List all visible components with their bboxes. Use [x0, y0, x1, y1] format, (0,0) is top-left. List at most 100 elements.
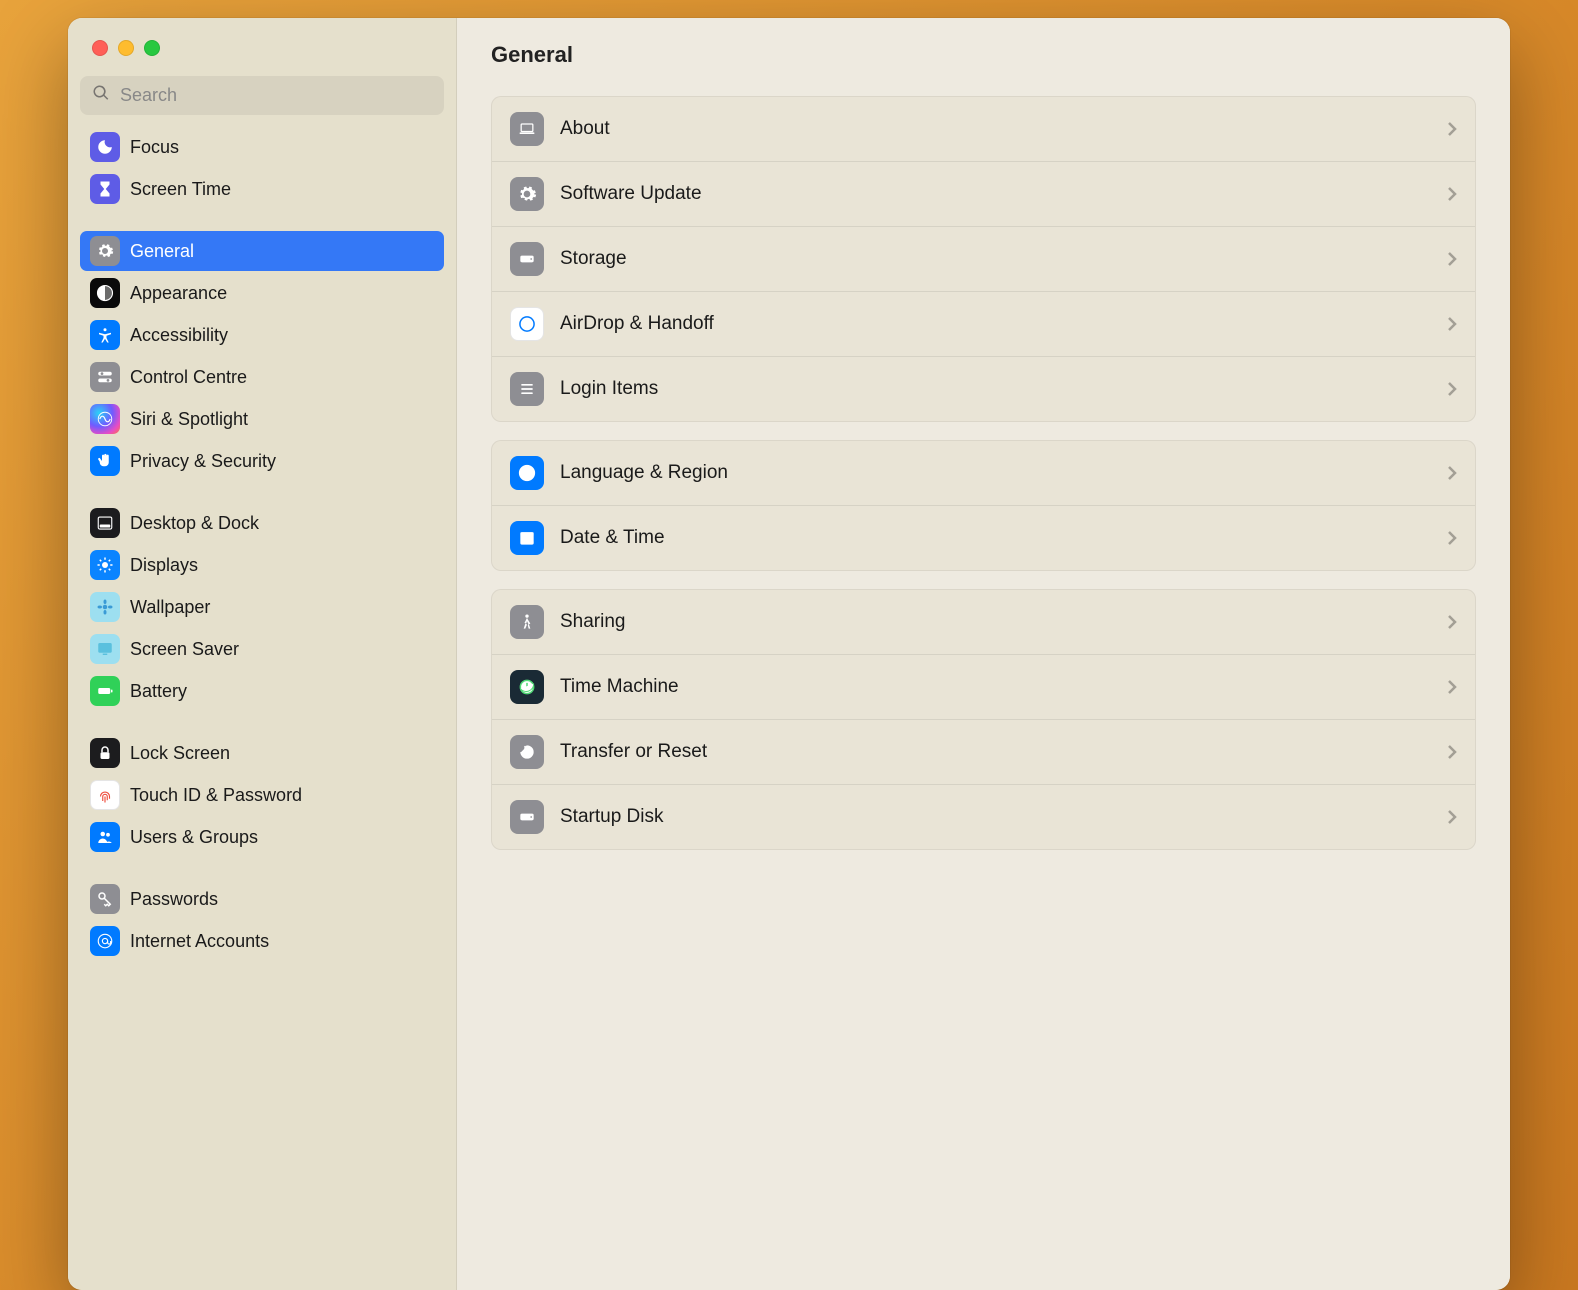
chevron-right-icon	[1447, 316, 1457, 332]
sidebar-item-general[interactable]: General	[80, 231, 444, 271]
gear-icon	[90, 236, 120, 266]
screensaver-icon	[90, 634, 120, 664]
drive-icon	[510, 242, 544, 276]
switches-icon	[90, 362, 120, 392]
sidebar-item-label: Screen Saver	[130, 639, 239, 660]
sidebar-item-desktop-dock[interactable]: Desktop & Dock	[80, 503, 444, 543]
settings-row-transfer-or-reset[interactable]: Transfer or Reset	[492, 720, 1475, 785]
sidebar-item-accessibility[interactable]: Accessibility	[80, 315, 444, 355]
sidebar-item-label: Privacy & Security	[130, 451, 276, 472]
sidebar-item-label: Touch ID & Password	[130, 785, 302, 806]
settings-row-sharing[interactable]: Sharing	[492, 590, 1475, 655]
minimize-window-button[interactable]	[118, 40, 134, 56]
brightness-icon	[90, 550, 120, 580]
hand-icon	[90, 446, 120, 476]
settings-row-label: Storage	[560, 248, 1431, 270]
settings-row-label: Transfer or Reset	[560, 741, 1431, 763]
sidebar-item-siri-spotlight[interactable]: Siri & Spotlight	[80, 399, 444, 439]
sidebar-item-displays[interactable]: Displays	[80, 545, 444, 585]
sidebar-item-label: Wallpaper	[130, 597, 210, 618]
moon-icon	[90, 132, 120, 162]
sidebar-item-label: General	[130, 241, 194, 262]
sidebar-item-label: Battery	[130, 681, 187, 702]
settings-group: Language & Region Date & Time	[491, 440, 1476, 571]
settings-row-language-region[interactable]: Language & Region	[492, 441, 1475, 506]
search-container	[68, 76, 456, 127]
list-icon	[510, 372, 544, 406]
settings-row-airdrop-handoff[interactable]: AirDrop & Handoff	[492, 292, 1475, 357]
sidebar-list: Focus Screen Time General Appearance Accessi…	[68, 127, 456, 1290]
sidebar-item-label: Focus	[130, 137, 179, 158]
sidebar-item-battery[interactable]: Battery	[80, 671, 444, 711]
settings-row-startup-disk[interactable]: Startup Disk	[492, 785, 1475, 849]
chevron-right-icon	[1447, 744, 1457, 760]
drive-icon	[510, 800, 544, 834]
settings-window: Focus Screen Time General Appearance Accessi…	[68, 18, 1510, 1290]
chevron-right-icon	[1447, 614, 1457, 630]
siri-icon	[90, 404, 120, 434]
settings-row-label: Sharing	[560, 611, 1431, 633]
settings-row-time-machine[interactable]: Time Machine	[492, 655, 1475, 720]
chevron-right-icon	[1447, 121, 1457, 137]
sidebar-item-users-groups[interactable]: Users & Groups	[80, 817, 444, 857]
battery-icon	[90, 676, 120, 706]
hourglass-icon	[90, 174, 120, 204]
chevron-right-icon	[1447, 186, 1457, 202]
settings-group: About Software Update Storage AirDrop & Han…	[491, 96, 1476, 422]
sidebar-item-appearance[interactable]: Appearance	[80, 273, 444, 313]
settings-row-label: Software Update	[560, 183, 1431, 205]
airdrop-icon	[510, 307, 544, 341]
settings-row-label: Time Machine	[560, 676, 1431, 698]
sidebar: Focus Screen Time General Appearance Accessi…	[68, 18, 457, 1290]
search-field[interactable]	[80, 76, 444, 115]
sidebar-item-label: Displays	[130, 555, 198, 576]
sidebar-item-internet-accounts[interactable]: Internet Accounts	[80, 921, 444, 961]
accessibility-icon	[90, 320, 120, 350]
settings-row-about[interactable]: About	[492, 97, 1475, 162]
sidebar-item-label: Passwords	[130, 889, 218, 910]
sidebar-item-label: Desktop & Dock	[130, 513, 259, 534]
sidebar-item-label: Screen Time	[130, 179, 231, 200]
sidebar-item-control-centre[interactable]: Control Centre	[80, 357, 444, 397]
page-title: General	[491, 42, 1476, 68]
window-controls	[68, 18, 456, 76]
settings-row-label: AirDrop & Handoff	[560, 313, 1431, 335]
settings-row-software-update[interactable]: Software Update	[492, 162, 1475, 227]
laptop-icon	[510, 112, 544, 146]
settings-group: Sharing Time Machine Transfer or Reset Star…	[491, 589, 1476, 850]
settings-row-date-time[interactable]: Date & Time	[492, 506, 1475, 570]
reset-icon	[510, 735, 544, 769]
users-icon	[90, 822, 120, 852]
settings-row-label: Startup Disk	[560, 806, 1431, 828]
settings-row-label: Date & Time	[560, 527, 1431, 549]
sidebar-item-screen-time[interactable]: Screen Time	[80, 169, 444, 209]
sidebar-item-label: Internet Accounts	[130, 931, 269, 952]
chevron-right-icon	[1447, 251, 1457, 267]
sidebar-item-touch-id-password[interactable]: Touch ID & Password	[80, 775, 444, 815]
at-icon	[90, 926, 120, 956]
calendar-icon	[510, 521, 544, 555]
close-window-button[interactable]	[92, 40, 108, 56]
sidebar-item-screen-saver[interactable]: Screen Saver	[80, 629, 444, 669]
sidebar-item-passwords[interactable]: Passwords	[80, 879, 444, 919]
settings-row-storage[interactable]: Storage	[492, 227, 1475, 292]
sidebar-item-privacy-security[interactable]: Privacy & Security	[80, 441, 444, 481]
sidebar-item-lock-screen[interactable]: Lock Screen	[80, 733, 444, 773]
clock-icon	[510, 670, 544, 704]
search-input[interactable]	[120, 85, 432, 106]
search-icon	[92, 84, 110, 107]
sidebar-item-label: Appearance	[130, 283, 227, 304]
sidebar-item-label: Accessibility	[130, 325, 228, 346]
sidebar-item-wallpaper[interactable]: Wallpaper	[80, 587, 444, 627]
settings-row-login-items[interactable]: Login Items	[492, 357, 1475, 421]
chevron-right-icon	[1447, 530, 1457, 546]
walk-icon	[510, 605, 544, 639]
key-icon	[90, 884, 120, 914]
chevron-right-icon	[1447, 679, 1457, 695]
fullscreen-window-button[interactable]	[144, 40, 160, 56]
sidebar-item-focus[interactable]: Focus	[80, 127, 444, 167]
dock-icon	[90, 508, 120, 538]
sidebar-item-label: Users & Groups	[130, 827, 258, 848]
settings-row-label: Language & Region	[560, 462, 1431, 484]
flower-icon	[90, 592, 120, 622]
